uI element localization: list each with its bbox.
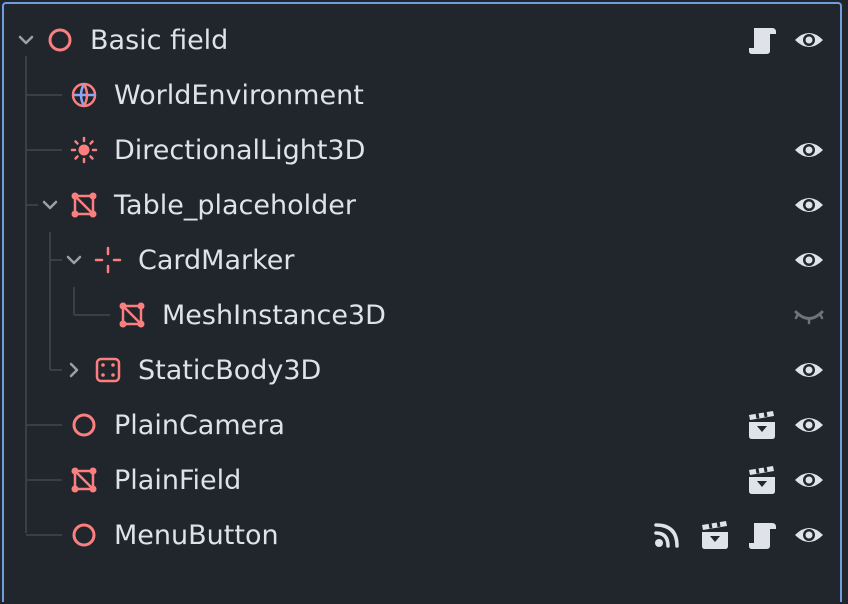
tree-item-label[interactable]: DirectionalLight3D bbox=[114, 123, 365, 178]
visibility-eye-icon[interactable] bbox=[793, 134, 825, 166]
chevron-down-icon[interactable] bbox=[64, 250, 84, 270]
mesh-instance-icon bbox=[71, 192, 97, 218]
instance-scene-icon[interactable] bbox=[746, 464, 778, 496]
tree-item-plain-field[interactable]: PlainField bbox=[4, 453, 840, 508]
script-icon[interactable] bbox=[746, 24, 778, 56]
tree-item-card-marker[interactable]: CardMarker bbox=[4, 233, 840, 288]
script-icon[interactable] bbox=[746, 519, 778, 551]
tree-item-label[interactable]: Basic field bbox=[90, 13, 228, 68]
tree-item-label[interactable]: MeshInstance3D bbox=[162, 288, 386, 343]
tree-item-menu-button[interactable]: MenuButton bbox=[4, 508, 840, 563]
visibility-eye-icon[interactable] bbox=[793, 244, 825, 276]
tree-item-label[interactable]: MenuButton bbox=[114, 508, 279, 563]
visibility-eye-icon[interactable] bbox=[793, 464, 825, 496]
node3d-icon bbox=[48, 28, 72, 52]
instance-scene-icon[interactable] bbox=[699, 519, 731, 551]
tree-item-label[interactable]: PlainCamera bbox=[114, 398, 285, 453]
tree-item-plain-camera[interactable]: PlainCamera bbox=[4, 398, 840, 453]
tree-item-label[interactable]: PlainField bbox=[114, 453, 241, 508]
tree-item-static-body[interactable]: StaticBody3D bbox=[4, 343, 840, 398]
visibility-eye-icon[interactable] bbox=[793, 354, 825, 386]
static-body-icon bbox=[95, 357, 121, 383]
world-environment-icon bbox=[71, 82, 97, 108]
tree-item-label[interactable]: StaticBody3D bbox=[138, 343, 321, 398]
visibility-hidden-icon[interactable] bbox=[793, 299, 825, 331]
node3d-icon bbox=[72, 523, 96, 547]
tree-item-directional-light[interactable]: DirectionalLight3D bbox=[4, 123, 840, 178]
visibility-eye-icon[interactable] bbox=[793, 189, 825, 221]
tree-item-basic-field[interactable]: Basic field bbox=[4, 13, 840, 68]
tree-item-world-environment[interactable]: WorldEnvironment bbox=[4, 68, 840, 123]
tree-item-label[interactable]: WorldEnvironment bbox=[114, 68, 364, 123]
chevron-right-icon[interactable] bbox=[64, 360, 84, 380]
chevron-down-icon[interactable] bbox=[16, 30, 36, 50]
visibility-eye-icon[interactable] bbox=[793, 24, 825, 56]
signal-icon[interactable] bbox=[651, 519, 683, 551]
directional-light-icon bbox=[70, 136, 98, 164]
node3d-icon bbox=[72, 413, 96, 437]
tree-item-label[interactable]: CardMarker bbox=[138, 233, 295, 288]
visibility-eye-icon[interactable] bbox=[793, 519, 825, 551]
mesh-instance-icon bbox=[71, 467, 97, 493]
tree-item-table-placeholder[interactable]: Table_placeholder bbox=[4, 178, 840, 233]
scene-tree-panel: Basic field WorldEnvironment Directional… bbox=[2, 2, 842, 602]
instance-scene-icon[interactable] bbox=[746, 409, 778, 441]
mesh-instance-icon bbox=[119, 302, 145, 328]
marker3d-icon bbox=[94, 246, 122, 274]
tree-item-label[interactable]: Table_placeholder bbox=[114, 178, 356, 233]
chevron-down-icon[interactable] bbox=[40, 195, 60, 215]
visibility-eye-icon[interactable] bbox=[793, 409, 825, 441]
tree-item-mesh-instance[interactable]: MeshInstance3D bbox=[4, 288, 840, 343]
